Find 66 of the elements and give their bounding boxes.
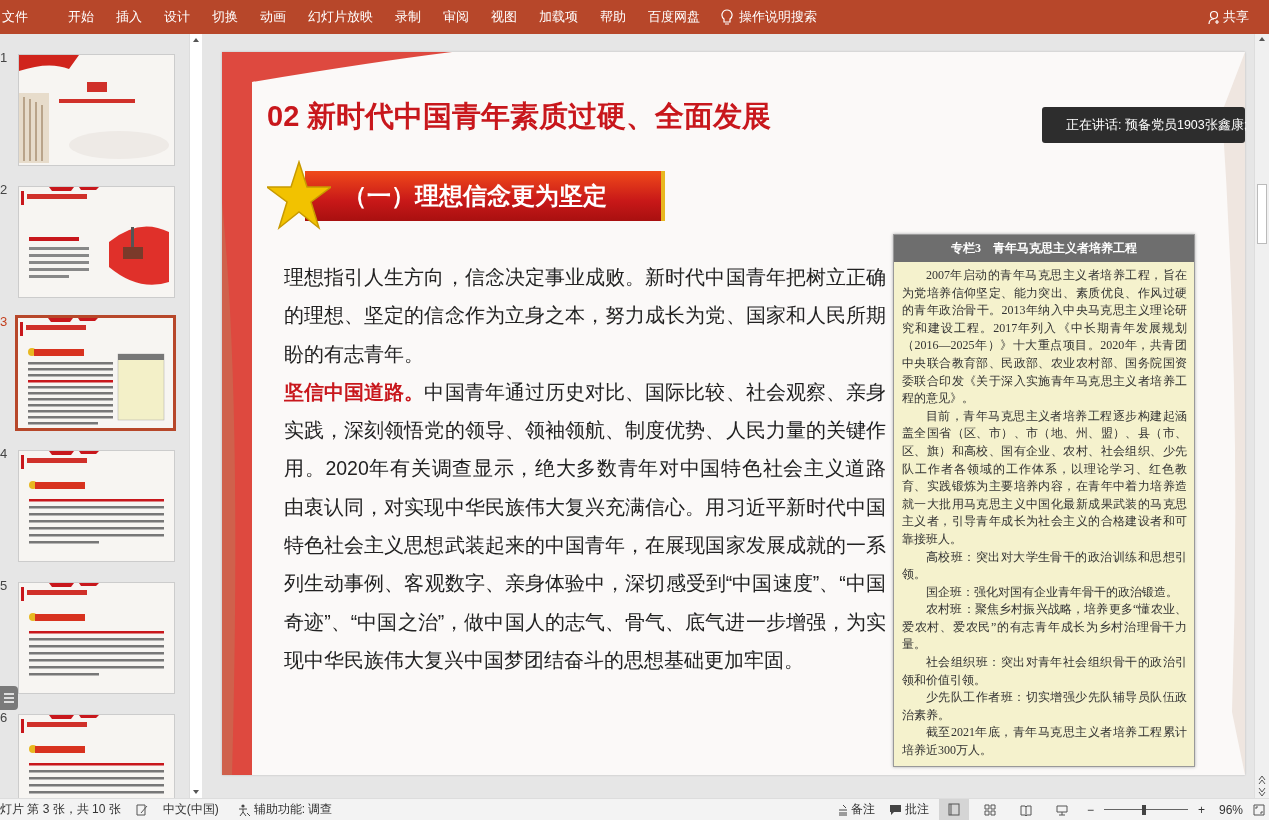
slide-number: 1	[0, 50, 9, 65]
slide-counter: 灯片 第 3 张，共 10 张	[0, 801, 121, 818]
body-paragraph: 理想指引人生方向，信念决定事业成败。新时代中国青年把树立正确的理想、坚定的信念作为立身之本，努力成长为党、国家和人民所期盼的有志青年。	[284, 265, 886, 367]
body-paragraph: 坚信中国道路。中国青年通过历史对比、国际比较、社会观察、亲身实践，深刻领悟党的领导、领袖领航、制度优势、人民力量的关键作用。2020年有关调查显示，绝大多数青年对中国特色社会主义道路由衷认同，对实现中华民族伟大复兴充满信心。用习近平新时代中国特色社会主义思想武装起来的中国青年，在展现国家发展成就的一系列生动事例、客观数字、亲身体验中，深切感受到“中国速度”、“中国奇迹”、“中国之治”，做中国人的志气、骨气、底气进一步增强，为实现中华民族伟大复兴中国梦团结奋斗的思想基础更加牢固。	[284, 379, 886, 673]
previous-slide-icon[interactable]	[1257, 774, 1267, 786]
menu-tab[interactable]: 开始	[57, 8, 105, 26]
zoom-in-button[interactable]: +	[1193, 802, 1209, 817]
column-paragraph: 2007年启动的青年马克思主义者培养工程，旨在为党培养信仰坚定、能力突出、素质优良、作风过硬的青年政治骨干。2013年纳入中央马克思主义理论研究和建设工程。2017年列入《中长期青年发展规划（2016—2025年）》十大重点项目。2020年，共青团中央联合教育部、民政部、农业农村部、国务院国资委联合印发《关于深入实施青年马克思主义者培养工程的意见》。	[902, 267, 1187, 408]
accessibility-icon	[236, 802, 251, 817]
lightbulb-icon	[721, 8, 733, 26]
slide-number: 6	[0, 710, 9, 725]
speaking-indicator: 正在讲话: 预备党员1903张鑫康;	[1066, 116, 1248, 134]
menu-tab[interactable]: 设计	[153, 8, 201, 26]
accessibility-button[interactable]: 辅助功能: 调查	[232, 799, 337, 820]
fit-to-window-icon[interactable]	[1253, 803, 1265, 816]
slide-number: 4	[0, 446, 9, 461]
menu-tab[interactable]: 幻灯片放映	[297, 8, 384, 26]
notes-button[interactable]: 备注	[833, 799, 879, 820]
column-paragraph: 截至2021年底，青年马克思主义者培养工程累计培养近300万人。	[902, 724, 1187, 760]
menu-icon	[4, 692, 14, 704]
slide-number: 2	[0, 182, 9, 197]
zoom-slider[interactable]	[1103, 803, 1188, 816]
slide-title: 02 新时代中国青年素质过硬、全面发展	[267, 99, 772, 134]
menu-tab[interactable]: 帮助	[589, 8, 637, 26]
section-heading-banner: （一）理想信念更为坚定	[305, 171, 665, 221]
menu-tab[interactable]: 插入	[105, 8, 153, 26]
share-button[interactable]: 共享	[1206, 6, 1251, 28]
person-icon	[1208, 9, 1221, 25]
next-slide-icon[interactable]	[1257, 786, 1267, 798]
presentation-icon	[1055, 803, 1068, 816]
zoom-percent[interactable]: 96%	[1214, 802, 1247, 817]
scrollbar[interactable]	[1254, 34, 1269, 798]
comments-button[interactable]: 批注	[884, 799, 933, 820]
notes-icon	[837, 803, 848, 816]
book-icon	[1019, 803, 1032, 816]
menu-tab[interactable]: 文件	[2, 8, 39, 26]
slide-number: 5	[0, 578, 9, 593]
menu-tab[interactable]: 切换	[201, 8, 249, 26]
menu-tab[interactable]: 审阅	[432, 8, 480, 26]
normal-view-icon	[947, 803, 960, 816]
menu-tab[interactable]: 动画	[249, 8, 297, 26]
zoom-slider-thumb[interactable]	[1142, 804, 1147, 815]
comment-icon	[888, 803, 902, 816]
slide-thumbnail[interactable]	[15, 315, 176, 431]
slide-number: 3	[0, 314, 9, 329]
notes-check-icon[interactable]	[134, 802, 149, 817]
star-icon	[267, 160, 331, 232]
menu-tab[interactable]: 录制	[384, 8, 432, 26]
column-paragraph: 高校班：突出对大学生骨干的政治训练和思想引领。	[902, 548, 1187, 584]
zoom-out-button[interactable]: −	[1082, 802, 1098, 817]
column-paragraph: 农村班：聚焦乡村振兴战略，培养更多“懂农业、爱农村、爱农民”的有志青年成长为乡村治理骨干力量。	[902, 601, 1187, 654]
column-header: 专栏3 青年马克思主义者培养工程	[894, 235, 1194, 262]
menu-tab[interactable]: 百度网盘	[637, 8, 711, 26]
scrollbar[interactable]	[189, 34, 202, 798]
search-prompt[interactable]: 操作说明搜索	[739, 8, 817, 26]
column-paragraph: 目前，青年马克思主义者培养工程逐步构建起涵盖全国省（区、市）、市（地、州、盟）、县（市、区、旗）和高校、国有企业、农村、社会组织、少先队工作者各领域的工作体系，以理论学习、红色教育、实践锻炼为主要培养内容，在青年中着力培养造就一大批用马克思主义中国化最新成果武装的马克思主义者，引导青年成长为社会主义的合格建设者和可靠接班人。	[902, 407, 1187, 548]
menu-tab[interactable]: 加载项	[528, 8, 589, 26]
column-paragraph: 国企班：强化对国有企业青年骨干的政治锻造。	[925, 583, 1179, 601]
normal-view-button[interactable]	[938, 798, 969, 820]
grid-icon	[983, 803, 996, 816]
scrollbar-thumb[interactable]	[1257, 184, 1267, 244]
menu-tab[interactable]: 视图	[480, 8, 528, 26]
menu-button[interactable]	[0, 686, 18, 710]
column-paragraph: 社会组织班：突出对青年社会组织骨干的政治引领和价值引领。	[902, 654, 1187, 689]
language-label[interactable]: 中文(中国)	[162, 801, 219, 818]
column-paragraph: 少先队工作者班：切实增强少先队辅导员队伍政治素养。	[902, 689, 1187, 724]
